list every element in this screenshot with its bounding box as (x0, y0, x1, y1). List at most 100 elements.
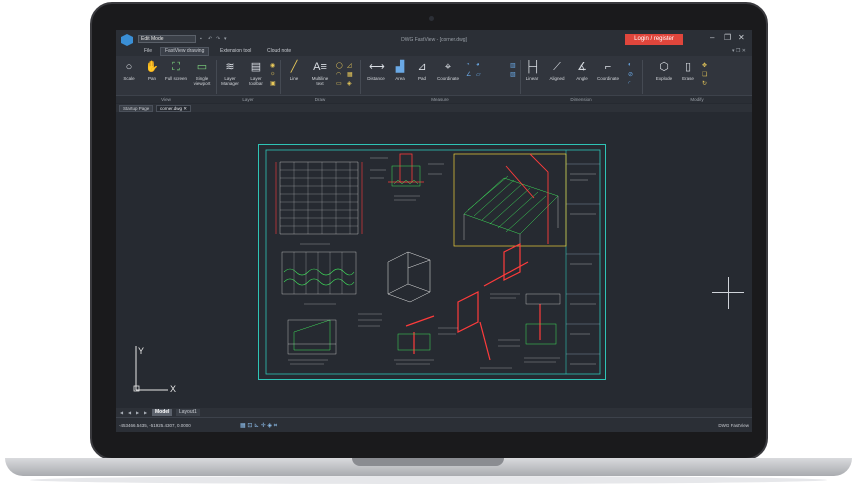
menu-extension-tool[interactable]: Extension tool (216, 48, 255, 54)
restore-icon[interactable]: ❐ (724, 33, 731, 42)
group-view: View (116, 95, 216, 103)
tab-label: corner.dwg (160, 106, 183, 111)
measure-perimeter-icon[interactable]: ▱ (476, 71, 481, 78)
separator (360, 60, 361, 94)
menu-bar: File FastView drawing Extension tool Clo… (116, 46, 752, 56)
ribbon-controls-icon[interactable]: ▾ ❐ ✕ (732, 48, 746, 54)
distance-button[interactable]: ⟷ Distance (364, 60, 388, 81)
modify-copy-icon[interactable]: ❏ (702, 71, 707, 78)
separator (280, 60, 281, 94)
modify-move-icon[interactable]: ✥ (702, 62, 707, 69)
layer-toolbar-icon: ▤ (250, 61, 262, 73)
dimension-coordinate-button[interactable]: ⌐ Coordinate (594, 60, 622, 81)
laptop-notch (352, 458, 504, 466)
measure-coordinate-button[interactable]: ⌖ Coordinate (434, 60, 462, 81)
coordinate-icon: ⌖ (444, 61, 452, 73)
menu-fastview-drawing[interactable]: FastView drawing (160, 47, 210, 56)
circle-tool-icon[interactable]: ◯ (336, 62, 343, 69)
dim-radius-icon[interactable]: ◐ (628, 62, 632, 68)
angle-button[interactable]: ∡ Angle (572, 60, 592, 81)
group-layer: Layer (216, 95, 280, 103)
drawing-canvas[interactable]: Y X (116, 112, 752, 408)
ucs-y-label: Y (138, 346, 144, 356)
erase-button[interactable]: ▯ Erase (678, 60, 698, 81)
status-app-name: DWG FastView (718, 423, 749, 428)
layer-freeze-icon[interactable]: ☼ (270, 71, 276, 77)
arc-tool-icon[interactable]: ◠ (336, 71, 341, 78)
fullscreen-icon: ⛶ (172, 61, 180, 73)
distance-icon: ⟷ (369, 61, 385, 73)
measure-angle-icon[interactable]: ∠ (466, 71, 471, 78)
area-button[interactable]: ▟ Area (390, 60, 410, 81)
tab-startup-page[interactable]: Startup Page (119, 105, 154, 112)
rect-tool-icon[interactable]: ▭ (336, 80, 342, 87)
measure-arc-icon[interactable]: ◔ (466, 62, 470, 68)
measure-extra2-icon[interactable]: ▧ (510, 71, 516, 78)
line-icon: ╱ (290, 61, 298, 73)
pad-icon: ⊿ (417, 61, 427, 73)
mtext-icon: A≡ (313, 61, 327, 73)
menu-file[interactable]: File (140, 48, 156, 54)
pad-button[interactable]: ⊿ Pad (412, 60, 432, 81)
tab-model[interactable]: Model (152, 409, 173, 416)
laptop-frame: Edit Mode ▪ ↶ ↷ ▾ DWG FastView - [corner… (0, 0, 857, 491)
measure-extra-icon[interactable]: ▥ (510, 62, 516, 69)
modify-rotate-icon[interactable]: ↻ (702, 80, 707, 87)
document-tab-strip: Startup Page corner.dwg ✕ (116, 104, 752, 112)
minimize-icon[interactable]: – (710, 33, 714, 42)
tab-corner-dwg[interactable]: corner.dwg ✕ (156, 105, 192, 112)
login-register-button[interactable]: Login / register (625, 34, 683, 45)
line-button[interactable]: ╱ Line (284, 60, 304, 81)
laptop-shadow (30, 476, 827, 484)
full-screen-button[interactable]: ⛶ Full screen (165, 60, 187, 81)
dim-diameter-icon[interactable]: ⊘ (628, 71, 633, 78)
close-icon[interactable]: ✕ (738, 33, 745, 42)
camera-dot (429, 16, 434, 21)
layout-tab-bar: ◀ ◀ ▶ ▶ Model Layout1 (116, 408, 752, 417)
dim-arc-icon[interactable]: ◜ (628, 80, 630, 87)
menu-cloud-note[interactable]: Cloud note (263, 48, 295, 54)
status-toggle-icons[interactable]: ▦ ⊡ ⊾ ✛ ◈ ⌗ (240, 422, 277, 430)
linear-button[interactable]: ├┤ Linear (522, 60, 542, 81)
pan-button[interactable]: ✋ Pan (142, 60, 162, 81)
single-viewport-button[interactable]: ▭ Single viewport (190, 60, 214, 86)
aligned-button[interactable]: ⟋ Aligned (546, 60, 568, 81)
multiline-text-button[interactable]: A≡ Multiline text (308, 60, 332, 86)
coordinate-dim-icon: ⌐ (604, 61, 612, 73)
group-dimension: Dimension (520, 95, 642, 103)
first-layout-icon[interactable]: ◀ (120, 410, 123, 415)
text-tool-icon[interactable]: ◈ (347, 80, 352, 87)
layers-icon: ≋ (225, 61, 235, 73)
last-layout-icon[interactable]: ▶ (144, 410, 147, 415)
tab-close-icon[interactable]: ✕ (183, 106, 187, 111)
next-layout-icon[interactable]: ▶ (136, 410, 139, 415)
scale-button[interactable]: ○ Scale (119, 60, 139, 81)
linear-dim-icon: ├┤ (525, 61, 541, 73)
layer-lock-icon[interactable]: ▣ (270, 80, 276, 87)
layer-toolbar-button[interactable]: ▤ Layer toolbar (244, 60, 268, 86)
hatch-tool-icon[interactable]: ▦ (347, 71, 353, 78)
explode-button[interactable]: ⬡ Explode (652, 60, 676, 81)
magnifier-icon: ○ (125, 61, 133, 73)
status-bar: -453466.5435, -51925.4307, 0.0000 ▦ ⊡ ⊾ … (116, 417, 752, 432)
coordinate-readout: -453466.5435, -51925.4307, 0.0000 (119, 423, 191, 428)
measure-radius-icon[interactable]: ◕ (476, 62, 480, 68)
erase-icon: ▯ (684, 61, 692, 73)
ribbon-toolbar: ○ Scale ✋ Pan ⛶ Full screen ▭ Single viewpor… (116, 56, 752, 103)
hand-icon: ✋ (145, 61, 159, 73)
cursor-crosshair-vertical (728, 277, 729, 309)
layer-manager-button[interactable]: ≋ Layer Manager (218, 60, 242, 86)
prev-layout-icon[interactable]: ◀ (128, 410, 131, 415)
title-bar: Edit Mode ▪ ↶ ↷ ▾ DWG FastView - [corner… (116, 30, 752, 46)
layer-on-icon[interactable]: ◉ (270, 62, 275, 69)
polyline-tool-icon[interactable]: ◿ (347, 62, 352, 69)
aligned-dim-icon: ⟋ (553, 61, 561, 73)
app-screen: Edit Mode ▪ ↶ ↷ ▾ DWG FastView - [corner… (116, 30, 752, 432)
tab-layout1[interactable]: Layout1 (176, 409, 200, 416)
separator (216, 60, 217, 94)
group-measure: Measure (360, 95, 520, 103)
cad-drawing-sheet (258, 144, 606, 380)
group-modify: Modify (642, 95, 752, 103)
viewport-icon: ▭ (196, 61, 208, 73)
explode-icon: ⬡ (659, 61, 669, 73)
